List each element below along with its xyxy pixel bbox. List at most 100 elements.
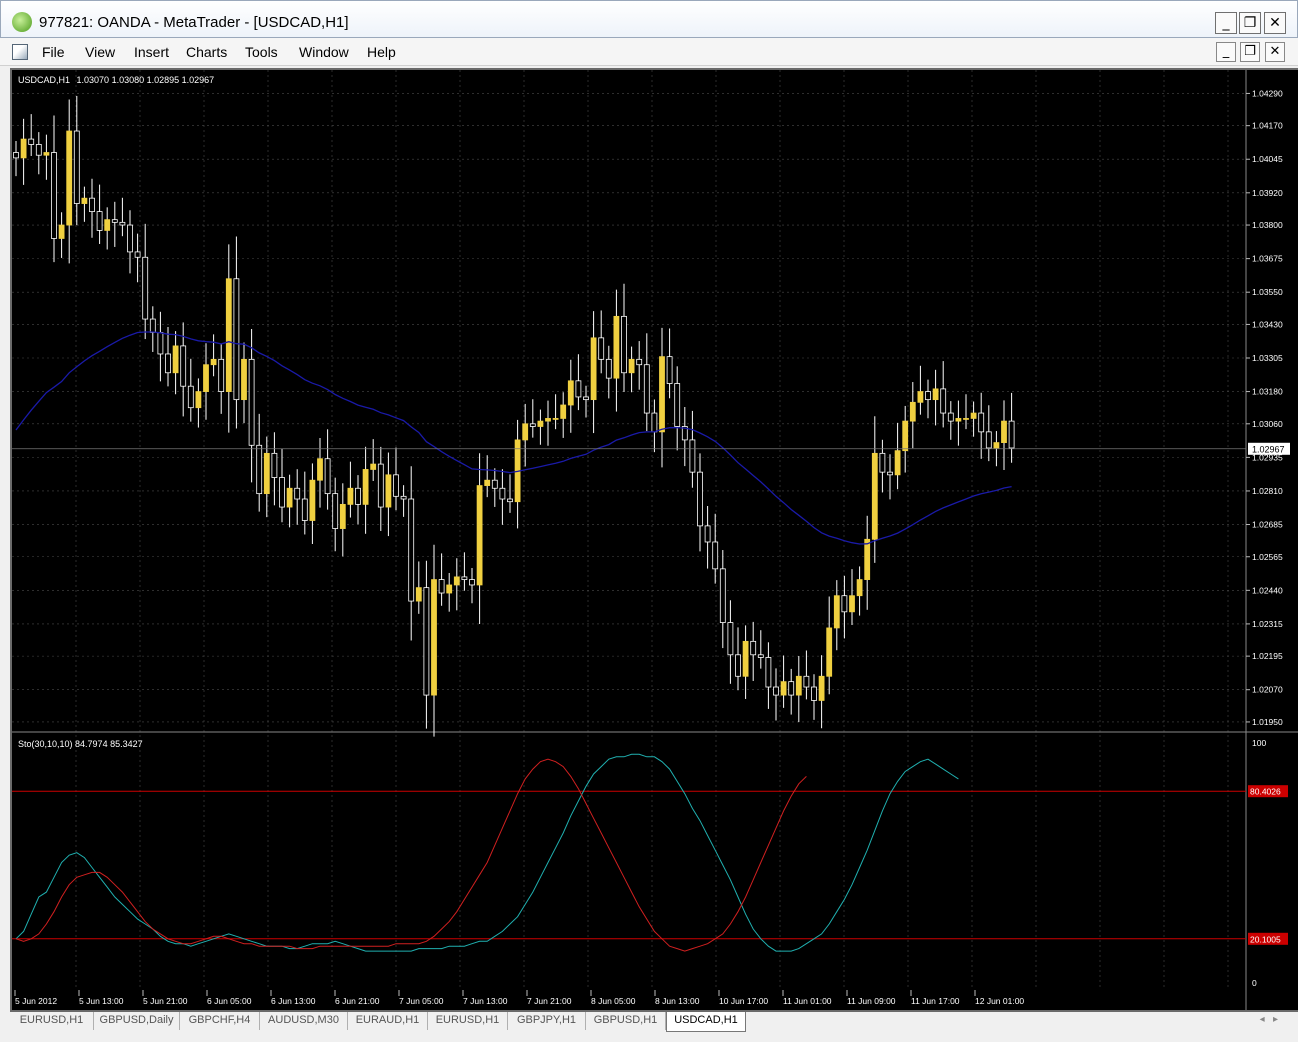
candle-body	[469, 579, 475, 586]
candle-body	[81, 197, 88, 204]
price-tick-label: 1.01950	[1252, 717, 1283, 727]
price-tick-label: 1.02685	[1252, 520, 1283, 530]
menu-file[interactable]: File	[42, 44, 65, 60]
tab-scroll-arrows[interactable]: ◂ ▸	[1260, 1014, 1278, 1025]
stochastic-signal-line	[15, 758, 807, 952]
candle-body	[507, 498, 513, 503]
menu-bar: File View Insert Charts Tools Window Hel…	[0, 38, 1298, 66]
candle-body	[735, 654, 741, 677]
candle-body	[773, 686, 779, 696]
candle-body	[719, 568, 726, 623]
current-price-label: 1.02967	[1252, 444, 1285, 454]
candle-body	[932, 388, 939, 401]
candle-body	[636, 358, 643, 366]
menu-view[interactable]: View	[85, 44, 115, 60]
tab-gbpusd-daily[interactable]: GBPUSD,Daily	[94, 1012, 180, 1030]
price-tick-label: 1.02070	[1252, 685, 1283, 695]
candle-body	[689, 439, 696, 473]
minimize-button[interactable]: _	[1215, 12, 1237, 34]
title-bar: 977821: OANDA - MetaTrader - [USDCAD,H1]…	[0, 0, 1298, 38]
time-tick-label: 10 Jun 17:00	[719, 996, 768, 1006]
time-tick-label: 11 Jun 09:00	[847, 996, 896, 1006]
chart-window[interactable]: USDCAD,H1 1.03070 1.03080 1.02895 1.0296…	[10, 68, 1298, 1012]
candle-body	[978, 412, 985, 433]
time-tick-label: 6 Jun 05:00	[207, 996, 252, 1006]
tab-gbpchf-h4[interactable]: GBPCHF,H4	[180, 1012, 260, 1030]
candle-body	[58, 224, 65, 239]
candle-body	[666, 356, 673, 384]
chart-restore-button[interactable]: ❐	[1240, 42, 1260, 62]
metatrader-app-icon[interactable]	[12, 12, 32, 32]
chart-document-icon[interactable]	[12, 44, 28, 60]
price-tick-label: 1.02440	[1252, 585, 1283, 595]
candle-body	[674, 383, 681, 427]
menu-tools[interactable]: Tools	[245, 44, 278, 60]
price-tick-label: 1.03800	[1252, 220, 1283, 230]
chart-close-button[interactable]: ✕	[1265, 42, 1285, 62]
candle-body	[332, 493, 339, 529]
price-tick-label: 1.02565	[1252, 552, 1283, 562]
candle-body	[795, 675, 802, 696]
time-tick-label: 7 Jun 21:00	[527, 996, 572, 1006]
menu-charts[interactable]: Charts	[186, 44, 227, 60]
candle-body	[446, 584, 453, 594]
candle-body	[993, 442, 1000, 449]
candle-body	[583, 396, 589, 401]
candle-body	[134, 251, 141, 258]
candle-body	[697, 471, 703, 527]
candle-body	[393, 474, 399, 497]
candle-body	[317, 458, 323, 481]
candle-body	[127, 224, 133, 253]
candle-body	[263, 452, 270, 495]
candle-body	[529, 423, 536, 427]
time-tick-label: 8 Jun 05:00	[591, 996, 636, 1006]
tab-audusd-m30[interactable]: AUDUSD,M30	[260, 1012, 348, 1030]
candle-body	[96, 211, 103, 231]
tab-eurusd-h1-2[interactable]: EURUSD,H1	[428, 1012, 508, 1030]
indicator-label: Sto(30,10,10) 84.7974 85.3427	[18, 739, 143, 749]
candle-body	[301, 498, 308, 521]
candle-body	[643, 364, 650, 414]
candle-body	[598, 337, 605, 360]
stochastic-level-label: 20.1005	[1250, 934, 1281, 944]
candle-body	[73, 130, 80, 204]
candle-body	[111, 219, 118, 223]
candle-body	[66, 130, 73, 226]
candle-body	[28, 138, 35, 145]
price-chart[interactable]: USDCAD,H1 1.03070 1.03080 1.02895 1.0296…	[12, 70, 1298, 1010]
candle-body	[43, 152, 50, 156]
tab-usdcad-h1[interactable]: USDCAD,H1	[666, 1012, 746, 1032]
candle-body	[788, 681, 795, 696]
candle-body	[621, 315, 627, 374]
close-button[interactable]: ✕	[1264, 12, 1286, 34]
restore-button[interactable]: ❐	[1239, 12, 1261, 34]
menu-help[interactable]: Help	[367, 44, 396, 60]
tab-eurusd-h1[interactable]: EURUSD,H1	[10, 1012, 94, 1030]
candle-body	[613, 315, 620, 379]
time-tick-label: 6 Jun 13:00	[271, 996, 316, 1006]
menu-window[interactable]: Window	[299, 44, 349, 60]
candle-body	[1008, 420, 1015, 449]
candle-body	[864, 538, 871, 580]
price-tick-label: 1.02195	[1252, 651, 1283, 661]
candle-body	[423, 587, 430, 696]
tab-gbpusd-h1[interactable]: GBPUSD,H1	[586, 1012, 666, 1030]
price-tick-label: 1.02315	[1252, 619, 1283, 629]
tab-euraud-h1[interactable]: EURAUD,H1	[348, 1012, 428, 1030]
tab-gbpjpy-h1[interactable]: GBPJPY,H1	[508, 1012, 586, 1030]
candle-body	[712, 541, 719, 570]
time-tick-label: 6 Jun 21:00	[335, 996, 380, 1006]
time-tick-label: 7 Jun 05:00	[399, 996, 444, 1006]
candle-body	[241, 358, 247, 401]
candle-body	[13, 152, 19, 159]
candle-body	[1001, 420, 1007, 444]
time-tick-label: 12 Jun 01:00	[975, 996, 1024, 1006]
stochastic-panel: 80.4026 20.1005 100 0	[12, 738, 1288, 988]
candle-body	[104, 219, 111, 231]
candle-body	[727, 622, 734, 656]
candle-body	[20, 138, 27, 159]
price-tick-label: 1.04170	[1252, 121, 1283, 131]
time-tick-label: 5 Jun 2012	[15, 996, 57, 1006]
menu-insert[interactable]: Insert	[134, 44, 169, 60]
chart-minimize-button[interactable]: _	[1216, 42, 1236, 62]
